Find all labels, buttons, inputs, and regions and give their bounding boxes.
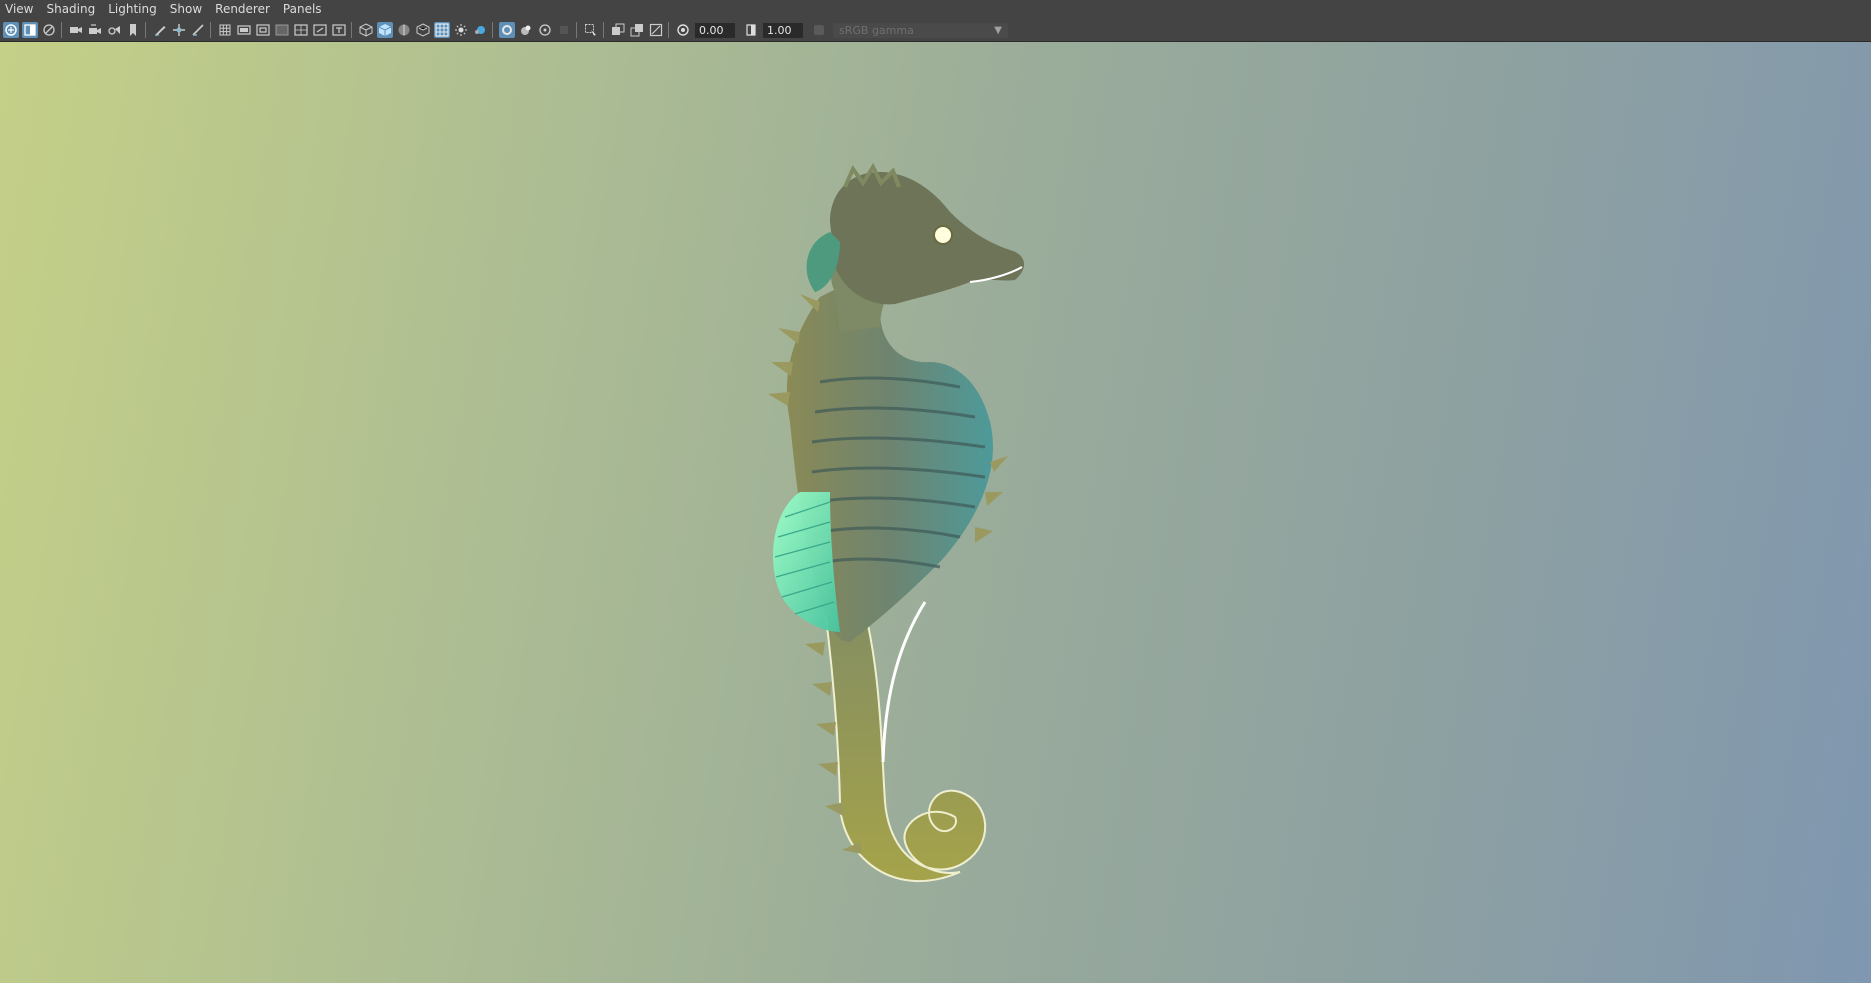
seahorse-model[interactable] [0,42,1871,983]
xray-icon[interactable] [556,22,572,38]
gamma-icon[interactable] [743,22,759,38]
seahorse-eye [933,225,953,245]
panel-toolbar: sRGB gamma ▼ [0,19,1871,42]
smooth-shade-icon[interactable] [377,22,393,38]
seahorse-head [830,172,1025,305]
select-camera-icon[interactable] [3,22,19,38]
toolbar-separator [210,22,211,38]
depth-of-field-icon[interactable] [537,22,553,38]
ruler-icon[interactable] [190,22,206,38]
snap-move-icon[interactable] [171,22,187,38]
menu-view[interactable]: View [0,0,40,19]
shadows-icon[interactable] [453,22,469,38]
toolbar-separator [603,22,604,38]
color-space-label: sRGB gamma [839,23,914,37]
film-gate-marker-icon[interactable] [125,22,141,38]
belly-highlight [881,601,927,763]
toolbar-separator [351,22,352,38]
safe-title-icon[interactable] [331,22,347,38]
menu-show[interactable]: Show [164,0,209,19]
maya-viewport-window: View Shading Lighting Show Renderer Pane… [0,0,1871,983]
toolbar-separator [668,22,669,38]
grid-icon[interactable] [217,22,233,38]
textured-icon[interactable] [415,22,431,38]
xray-active-icon[interactable] [583,22,599,38]
film-gate-icon[interactable] [236,22,252,38]
menu-renderer[interactable]: Renderer [209,0,277,19]
menu-shading[interactable]: Shading [40,0,102,19]
bookmark-icon[interactable] [41,22,57,38]
grease-pencil-icon[interactable] [152,22,168,38]
screen-space-ao-icon[interactable] [472,22,488,38]
3d-viewport[interactable] [0,42,1871,983]
gate-mask-icon[interactable] [274,22,290,38]
exposure-field[interactable] [695,22,735,38]
backface-icon[interactable] [648,22,664,38]
field-chart-icon[interactable] [293,22,309,38]
toolbar-separator [61,22,62,38]
isolate-2-icon[interactable] [629,22,645,38]
wireframe-icon[interactable] [358,22,374,38]
anti-alias-icon[interactable] [518,22,534,38]
isolate-select-icon[interactable] [610,22,626,38]
gamma-field[interactable] [763,22,803,38]
menu-panels[interactable]: Panels [277,0,329,19]
motion-blur-icon[interactable] [499,22,515,38]
toolbar-separator [492,22,493,38]
camera-icon[interactable] [68,22,84,38]
chevron-down-icon: ▼ [994,24,1002,36]
camera-attr-icon[interactable] [22,22,38,38]
menu-lighting[interactable]: Lighting [102,0,164,19]
panel-menu-bar: View Shading Lighting Show Renderer Pane… [0,0,1871,19]
toolbar-separator [145,22,146,38]
safe-action-icon[interactable] [312,22,328,38]
color-management-icon[interactable] [811,22,827,38]
exposure-icon[interactable] [675,22,691,38]
color-space-dropdown[interactable]: sRGB gamma ▼ [833,22,1008,38]
use-all-lights-icon[interactable] [434,22,450,38]
wireframe-on-shaded-icon[interactable] [396,22,412,38]
resolution-gate-icon[interactable] [255,22,271,38]
camera-move-icon[interactable] [87,22,103,38]
camera-dolly-icon[interactable] [106,22,122,38]
toolbar-separator [576,22,577,38]
